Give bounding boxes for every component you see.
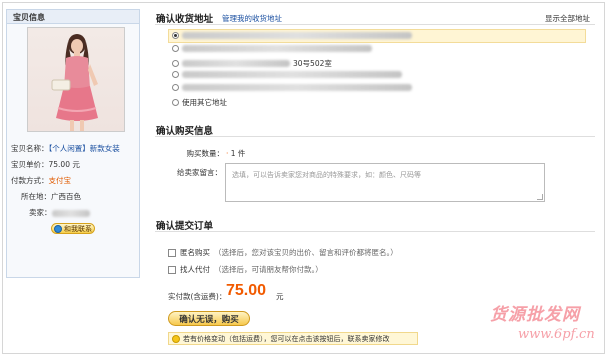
price-change-tip: 若有价格变动（包括运费），您可以在点击该按钮后，联系卖家修改: [168, 332, 418, 345]
quantity-value: · 1 件: [226, 149, 246, 158]
total-payment-amount: 75.00: [226, 282, 267, 299]
product-name-link[interactable]: 新款女装: [90, 144, 120, 153]
product-price-value: 75.00 元: [48, 160, 80, 169]
address-text-5-blurred: [182, 84, 412, 91]
alipay-link[interactable]: 支付宝: [49, 176, 72, 185]
seller-row: 卖家：: [29, 207, 90, 218]
anonymous-checkbox[interactable]: [168, 248, 176, 257]
anonymous-label: 匿名购买: [180, 248, 210, 257]
product-name-tag[interactable]: 【个人闲置】: [49, 144, 90, 153]
payment-method-key: 付款方式：: [11, 176, 49, 185]
watermark-url: www.6pf.cn: [518, 327, 595, 342]
product-name-row: 宝贝名称：【个人闲置】新款女装: [11, 143, 120, 154]
contact-seller-label: 和我联系: [64, 224, 92, 233]
product-price-row: 宝贝单价：75.00 元: [11, 159, 80, 170]
address-radio-1[interactable]: [172, 32, 179, 39]
proxy-pay-hint: （选择后，可请朋友帮你付款。）: [214, 265, 323, 274]
anonymous-hint: （选择后，您对该宝贝的出价、留言和评价都将匿名。）: [214, 248, 398, 257]
address-radio-2[interactable]: [172, 45, 179, 52]
seller-key: 卖家：: [29, 208, 52, 217]
total-payment-label: 实付款(含运费)：: [168, 292, 227, 301]
product-price-key: 宝贝单价：: [11, 160, 49, 169]
product-image[interactable]: [27, 27, 125, 132]
message-to-seller-input[interactable]: 选填，可以告诉卖家您对商品的特殊要求，如：颜色、尺码等: [225, 163, 545, 202]
address-radio-5[interactable]: [172, 84, 179, 91]
address-radio-4[interactable]: [172, 71, 179, 78]
message-label: 给卖家留言：: [177, 168, 222, 177]
address-divider: [155, 24, 595, 25]
confirm-purchase-button[interactable]: 确认无误，购买: [168, 311, 250, 326]
address-option-3[interactable]: 30号502室: [172, 58, 332, 69]
location-row: 所在地：广西百色: [21, 191, 81, 202]
proxy-pay-option[interactable]: 找人代付 （选择后，可请朋友帮你付款。）: [168, 264, 323, 275]
address-radio-3[interactable]: [172, 60, 179, 67]
proxy-pay-checkbox[interactable]: [168, 265, 176, 274]
show-all-address-link[interactable]: 显示全部地址: [545, 13, 590, 24]
address-option-2[interactable]: [172, 45, 372, 52]
product-name-key: 宝贝名称：: [11, 144, 49, 153]
watermark-logo: 货源批发网: [490, 305, 580, 325]
product-photo-figure: [51, 34, 98, 131]
address-radio-other[interactable]: [172, 99, 179, 106]
price-change-tip-text: 若有价格变动（包括运费），您可以在点击该按钮后，联系卖家修改: [183, 334, 390, 343]
manage-address-link[interactable]: 管理我的收货地址: [222, 13, 282, 24]
proxy-pay-label: 找人代付: [180, 265, 210, 274]
product-info-title: 宝贝信息: [7, 10, 139, 24]
total-payment-unit: 元: [276, 292, 284, 301]
address-section-title: 确认收货地址: [156, 14, 214, 25]
address-text-4-blurred: [182, 71, 402, 78]
message-placeholder: 选填，可以告诉卖家您对商品的特殊要求，如：颜色、尺码等: [232, 171, 421, 179]
product-info-panel: 宝贝信息 宝贝名称：【个人闲置】新款女装 宝贝单价：75.00 元 付款方式：支…: [6, 9, 140, 278]
seller-name-blurred[interactable]: [51, 209, 90, 217]
quantity-text: 1 件: [230, 149, 246, 158]
address-option-4[interactable]: [172, 71, 402, 78]
submit-section-title: 确认提交订单: [156, 221, 214, 232]
contact-seller-button[interactable]: 和我联系: [51, 223, 95, 234]
purchase-section-title: 确认购买信息: [156, 126, 214, 137]
address-text-3-blurred: [182, 60, 290, 67]
resize-handle-icon[interactable]: [537, 194, 543, 200]
payment-method-row: 付款方式：支付宝: [11, 175, 71, 186]
address-other-label: 使用其它地址: [182, 98, 227, 107]
address-text-2-blurred: [182, 45, 372, 52]
quantity-label: 购买数量：: [186, 149, 225, 158]
purchase-divider: [155, 136, 595, 137]
location-value: 广西百色: [51, 192, 81, 201]
address-text-1-blurred: [182, 32, 412, 39]
submit-divider: [155, 231, 595, 232]
lightbulb-icon: [172, 334, 180, 343]
chat-icon: [54, 224, 62, 233]
address-option-5[interactable]: [172, 84, 412, 91]
address-text-3: 30号502室: [293, 59, 332, 68]
address-option-other[interactable]: 使用其它地址: [172, 97, 227, 108]
anonymous-purchase-option[interactable]: 匿名购买 （选择后，您对该宝贝的出价、留言和评价都将匿名。）: [168, 247, 398, 258]
location-key: 所在地：: [21, 192, 51, 201]
address-option-1[interactable]: [172, 32, 412, 39]
